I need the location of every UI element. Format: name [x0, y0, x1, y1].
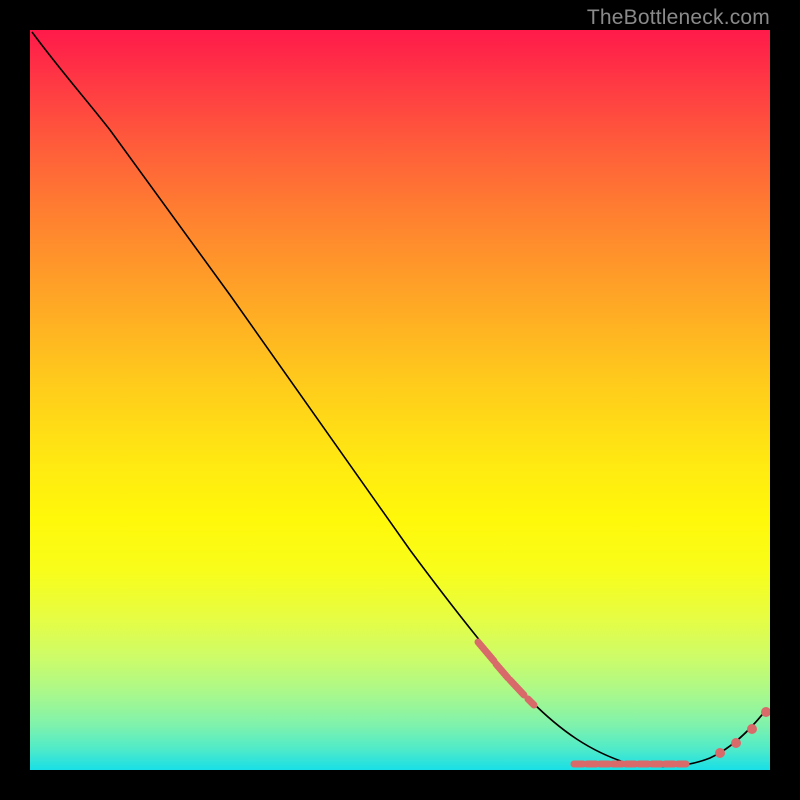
highlight-segment: [528, 699, 534, 705]
highlight-segment: [510, 680, 524, 695]
data-point: [747, 724, 757, 734]
highlight-segment: [496, 664, 508, 678]
curve-svg: [30, 30, 770, 770]
chart-frame: TheBottleneck.com: [0, 0, 800, 800]
plot-area: [30, 30, 770, 770]
highlight-segment: [478, 642, 494, 661]
watermark-label: TheBottleneck.com: [587, 6, 770, 30]
highlighted-segments: [478, 642, 534, 705]
bottleneck-curve: [32, 32, 766, 766]
data-point: [715, 748, 725, 758]
data-point: [731, 738, 741, 748]
